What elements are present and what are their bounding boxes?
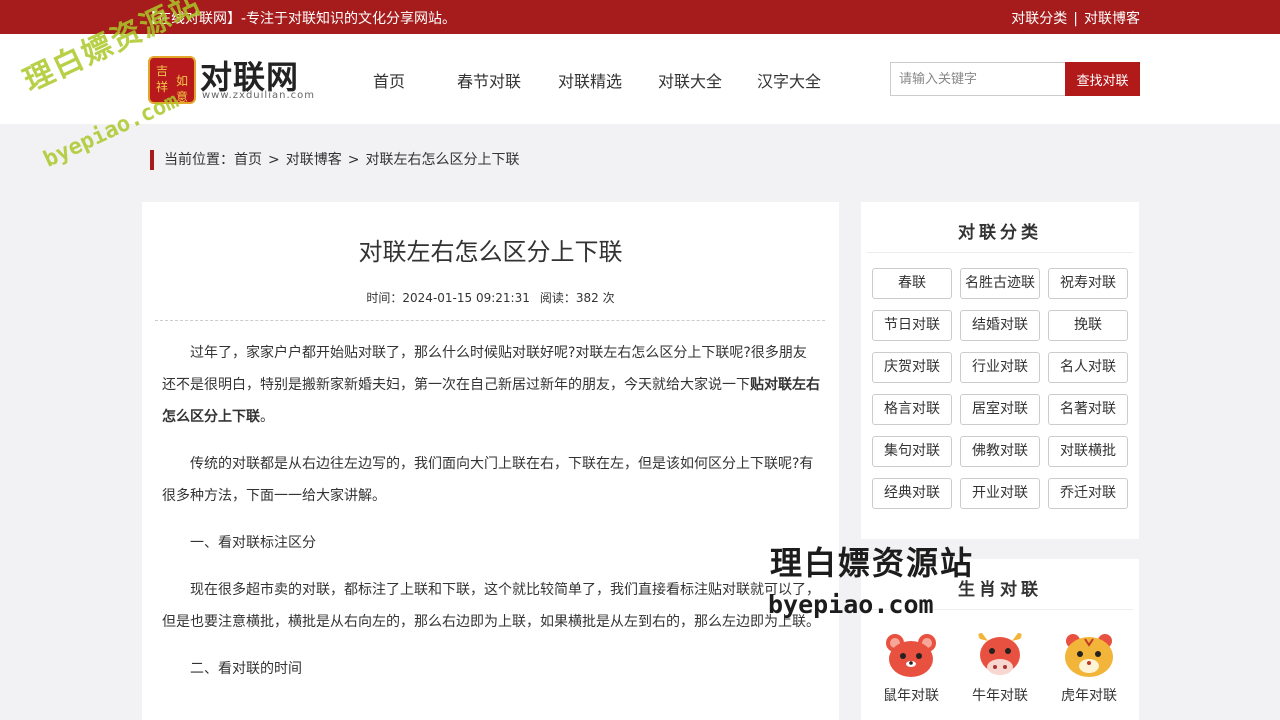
category-tag[interactable]: 乔迁对联 [1048,478,1128,509]
logo-domain: www.zxduilian.com [202,90,315,101]
zodiac-item-ox[interactable]: 牛年对联 [965,631,1035,705]
zodiac-label: 牛年对联 [972,688,1028,704]
logo-badge-char: 如 [176,74,189,88]
search-button[interactable]: 查找对联 [1065,62,1140,96]
site-header: 吉 祥 如 意 对联网 www.zxduilian.com 首页 春节对联 对联… [0,34,1280,124]
sidebar-zodiac: 生肖对联 鼠年对联 牛年对联 虎年对联 [861,559,1139,720]
tiger-icon [1061,631,1117,679]
read-label: 阅读： [539,291,576,305]
article-title: 对联左右怎么区分上下联 [358,238,623,266]
nav-item-hanzi[interactable]: 汉字大全 [757,68,821,92]
nav-item-home[interactable]: 首页 [373,68,405,92]
category-tag[interactable]: 节日对联 [872,310,952,341]
zodiac-label: 虎年对联 [1061,688,1117,704]
zodiac-label: 鼠年对联 [883,688,939,704]
logo-badge-char: 意 [176,90,189,104]
site-logo[interactable]: 吉 祥 如 意 对联网 www.zxduilian.com [148,52,315,108]
category-tag[interactable]: 名人对联 [1048,352,1128,383]
article-meta: 时间：2024-01-15 09:21:31 阅读：382 次 [142,289,839,306]
category-tag[interactable]: 集句对联 [872,436,952,467]
breadcrumb-arrow: > [268,152,280,168]
article-panel: 对联左右怎么区分上下联 时间：2024-01-15 09:21:31 阅读：382… [142,202,839,720]
logo-badge-char: 祥 [156,80,169,94]
zodiac-item-tiger[interactable]: 虎年对联 [1054,631,1124,705]
top-link-blog[interactable]: 对联博客 [1084,11,1140,27]
category-tag[interactable]: 对联横批 [1048,436,1128,467]
category-tag[interactable]: 春联 [872,268,952,299]
logo-badge-icon: 吉 祥 如 意 [148,56,196,104]
breadcrumb-arrow: > [347,152,360,168]
category-tag[interactable]: 庆贺对联 [872,352,952,383]
top-link-categories[interactable]: 对联分类 [1011,11,1067,27]
search-input[interactable] [890,62,1066,96]
rat-icon [883,631,939,679]
category-tag[interactable]: 开业对联 [960,478,1040,509]
nav-item-spring-festival[interactable]: 春节对联 [457,68,521,92]
top-link-separator: | [1073,11,1078,27]
paragraph: 二、看对联的时间 [190,661,302,677]
sidebar-categories: 对联分类 春联 名胜古迹联 祝寿对联节日对联 结婚对联 挽联庆贺对联 行业对联 名人对联格言… [861,202,1139,539]
top-bar: 【在线对联网】-专注于对联知识的文化分享网站。 对联分类 | 对联博客 [0,0,1280,34]
read-count: 382 次 [575,291,615,305]
time-label: 时间： [366,291,403,305]
ox-icon [972,631,1028,679]
category-tag[interactable]: 佛教对联 [960,436,1040,467]
divider [155,320,825,321]
zodiac-item-rat[interactable]: 鼠年对联 [876,631,946,705]
paragraph: 现在很多超市卖的对联，都标注了上联和下联，这个就比较简单了，我们直接看标注贴对联… [162,582,820,630]
paragraph: 过年了，家家户户都开始贴对联了，那么什么时候贴对联好呢?对联左右怎么区分上下联呢… [162,337,820,433]
breadcrumb-current[interactable]: 对联左右怎么区分上下联 [365,152,519,168]
site-slogan: 【在线对联网】-专注于对联知识的文化分享网站。 [143,11,457,27]
paragraph-text: 。 [260,409,274,425]
category-tag[interactable]: 名胜古迹联 [960,268,1040,299]
logo-badge-char: 吉 [156,64,169,78]
paragraph: 传统的对联都是从右边往左边写的，我们面向大门上联在右，下联在左，但是该如何区分上… [162,456,814,504]
category-tag[interactable]: 居室对联 [960,394,1040,425]
category-tag[interactable]: 挽联 [1048,310,1128,341]
divider [867,252,1133,253]
publish-time: 2024-01-15 09:21:31 [402,291,530,305]
category-tag[interactable]: 结婚对联 [960,310,1040,341]
category-tag[interactable]: 经典对联 [872,478,952,509]
paragraph: 一、看对联标注区分 [190,535,316,551]
breadcrumb-home[interactable]: 首页 [234,152,262,168]
divider [867,609,1133,610]
sidebar-title: 生肖对联 [958,580,1042,600]
category-tag[interactable]: 祝寿对联 [1048,268,1128,299]
category-tag[interactable]: 名著对联 [1048,394,1128,425]
category-tag[interactable]: 行业对联 [960,352,1040,383]
nav-item-selected[interactable]: 对联精选 [558,68,622,92]
breadcrumb: 当前位置：首页 > 对联博客 > 对联左右怎么区分上下联 [150,150,519,170]
top-links: 对联分类 | 对联博客 [1011,8,1140,28]
category-tag[interactable]: 格言对联 [872,394,952,425]
nav-item-collection[interactable]: 对联大全 [658,68,722,92]
breadcrumb-prefix: 当前位置： [164,152,234,168]
paragraph-text: 过年了，家家户户都开始贴对联了，那么什么时候贴对联好呢?对联左右怎么区分上下联呢… [162,345,807,393]
article-body: 过年了，家家户户都开始贴对联了，那么什么时候贴对联好呢?对联左右怎么区分上下联呢… [162,337,820,700]
breadcrumb-blog[interactable]: 对联博客 [286,152,342,168]
sidebar-title: 对联分类 [958,223,1042,243]
